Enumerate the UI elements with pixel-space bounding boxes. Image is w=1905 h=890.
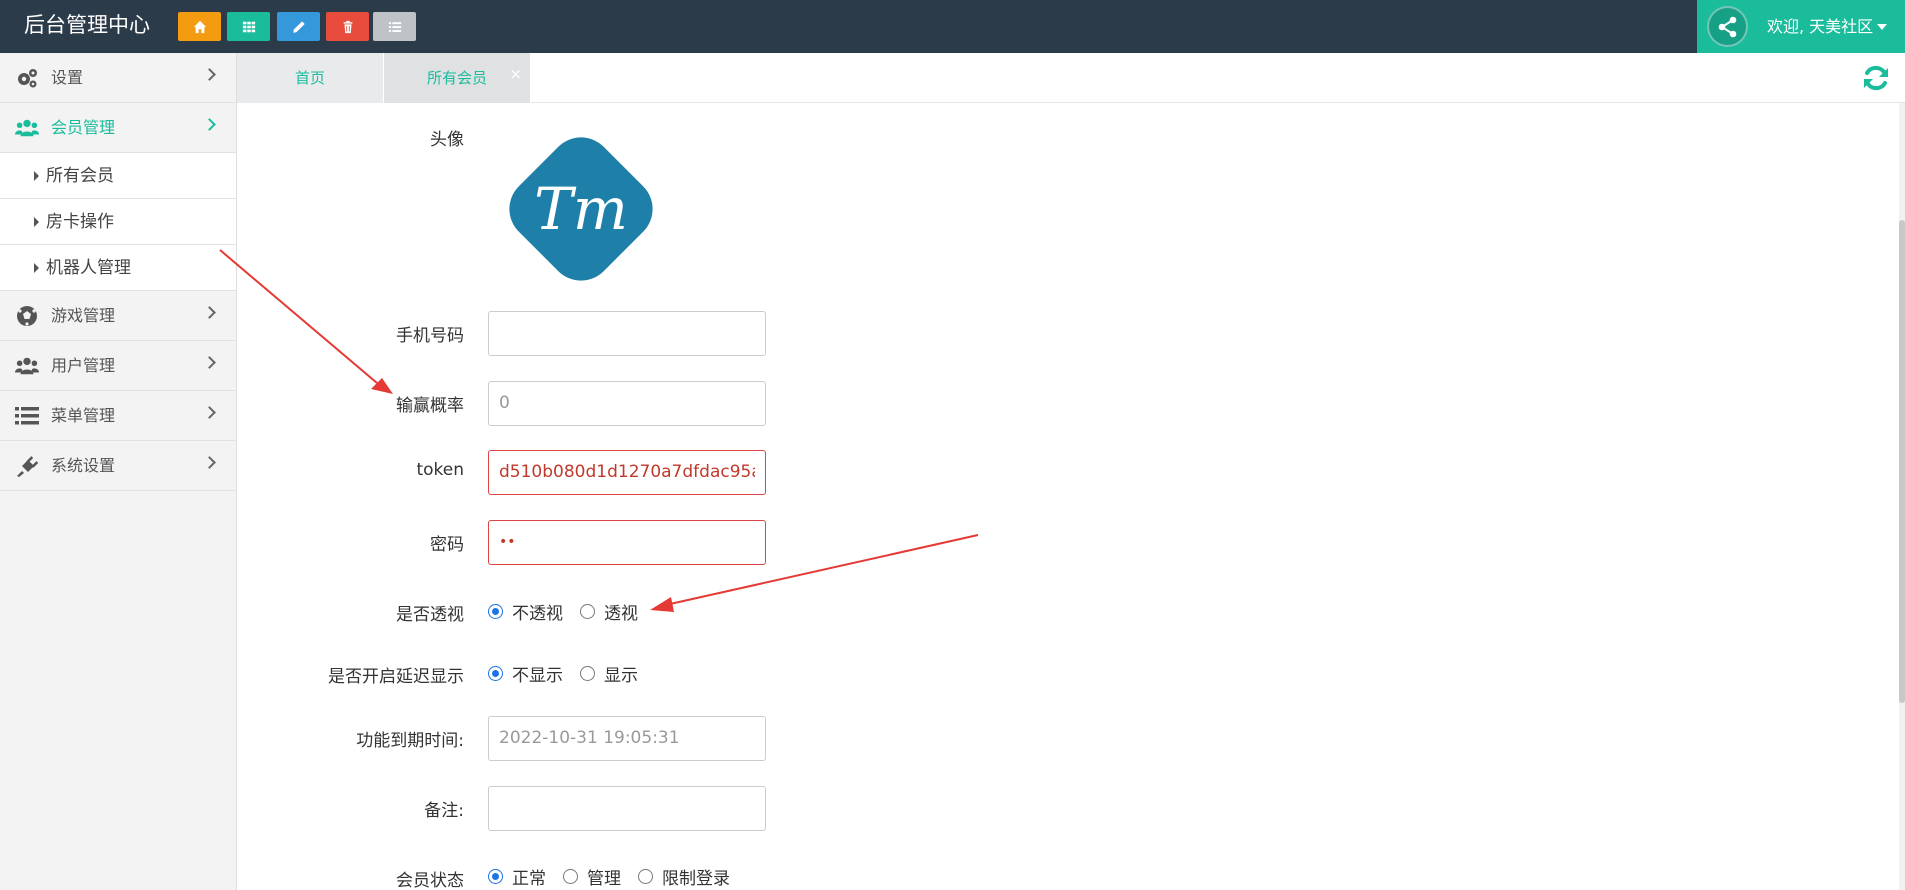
sidebar-item-label: 菜单管理: [51, 406, 116, 425]
sidebar-subitem-label: 机器人管理: [46, 258, 131, 278]
password-field[interactable]: ••: [488, 520, 766, 565]
delay-label: 是否开启延迟显示: [328, 667, 464, 687]
radio-seethrough[interactable]: 透视: [580, 599, 638, 624]
sidebar-item-menus[interactable]: 菜单管理: [0, 391, 236, 441]
expire-label: 功能到期时间:: [356, 731, 464, 751]
radio-no-display[interactable]: 不显示: [488, 661, 563, 686]
close-icon[interactable]: ×: [509, 67, 522, 82]
plug-icon: [15, 455, 39, 477]
chevron-right-icon: [203, 456, 216, 469]
sidebar-item-games[interactable]: 游戏管理: [0, 291, 236, 341]
sidebar-subitem-robots[interactable]: 机器人管理: [0, 245, 236, 291]
status-radio-group: 正常 管理 限制登录: [488, 861, 747, 890]
chevron-right-icon: [203, 406, 216, 419]
form-labels: 头像 手机号码 输赢概率 token 密码 是否透视 是否开启延迟显示 功能到期…: [237, 103, 464, 890]
radio-button[interactable]: [580, 603, 595, 619]
pencil-icon: [292, 20, 305, 33]
radio-button[interactable]: [563, 868, 578, 884]
expire-field[interactable]: 2022-10-31 19:05:31: [488, 716, 766, 761]
delay-radio-group: 不显示 显示: [488, 658, 655, 688]
share-network-icon: [1718, 16, 1736, 37]
token-label: token: [416, 460, 464, 480]
top-bar: 后台管理中心 欢迎, 天美社区: [0, 0, 1905, 53]
app-title: 后台管理中心: [24, 13, 150, 37]
note-label: 备注:: [424, 801, 464, 821]
radio-button[interactable]: [488, 603, 503, 619]
caret-right-icon: [34, 263, 39, 273]
home-icon: [193, 20, 206, 33]
user-menu[interactable]: 欢迎, 天美社区: [1697, 0, 1905, 53]
scrollbar-thumb[interactable]: [1899, 220, 1905, 703]
radio-display[interactable]: 显示: [580, 661, 638, 686]
chevron-right-icon: [203, 118, 216, 131]
sidebar-item-members[interactable]: 会员管理: [0, 103, 236, 153]
sidebar-subitem-room-cards[interactable]: 房卡操作: [0, 199, 236, 245]
home-button[interactable]: [178, 12, 221, 41]
tab-all-members[interactable]: 所有会员 ×: [384, 53, 531, 103]
caret-right-icon: [34, 171, 39, 181]
welcome-text: 欢迎, 天美社区: [1767, 17, 1874, 36]
sidebar-subitem-all-members[interactable]: 所有会员: [0, 153, 236, 199]
chevron-right-icon: [203, 306, 216, 319]
avatar: [1707, 6, 1748, 47]
note-field[interactable]: [488, 786, 766, 831]
sidebar-item-label: 游戏管理: [51, 306, 116, 325]
radio-button[interactable]: [488, 665, 503, 681]
status-label: 会员状态: [396, 871, 464, 890]
edit-button[interactable]: [277, 12, 320, 41]
tab-label: 首页: [294, 69, 325, 87]
phone-label: 手机号码: [396, 326, 464, 346]
soccer-ball-icon: [15, 305, 39, 327]
radio-status-normal[interactable]: 正常: [488, 864, 546, 889]
trash-icon: [343, 20, 352, 33]
avatar-image[interactable]: Tm: [497, 125, 665, 293]
users-icon: [15, 117, 39, 139]
win-rate-label: 输赢概率: [396, 396, 464, 416]
sidebar-item-system-settings[interactable]: 系统设置: [0, 441, 236, 491]
avatar-label: 头像: [430, 130, 464, 150]
sidebar-item-users[interactable]: 用户管理: [0, 341, 236, 391]
token-field[interactable]: d510b080d1d1270a7dfdac95a: [488, 450, 766, 495]
sidebar-item-label: 会员管理: [51, 118, 116, 137]
list-icon: [388, 21, 401, 32]
sidebar: 设置 会员管理 所有会员 房卡操作 机器人管理 游戏管理 用户管理 菜单管理 系…: [0, 53, 237, 890]
member-edit-form: 头像 手机号码 输赢概率 token 密码 是否透视 是否开启延迟显示 功能到期…: [237, 103, 1905, 890]
avatar-text: Tm: [534, 175, 628, 243]
tab-bar: 首页 所有会员 ×: [237, 53, 1905, 103]
refresh-icon[interactable]: [1861, 63, 1891, 93]
radio-button[interactable]: [638, 868, 653, 884]
scrollbar-track[interactable]: [1899, 103, 1905, 890]
radio-status-restricted[interactable]: 限制登录: [638, 864, 730, 889]
seethrough-label: 是否透视: [396, 605, 464, 625]
delete-button[interactable]: [326, 12, 369, 41]
password-label: 密码: [430, 535, 464, 555]
chevron-right-icon: [203, 356, 216, 369]
radio-status-admin[interactable]: 管理: [563, 864, 621, 889]
gears-icon: [15, 67, 39, 89]
tab-label: 所有会员: [426, 69, 487, 87]
caret-right-icon: [34, 217, 39, 227]
win-rate-field[interactable]: 0: [488, 381, 766, 426]
grid-button[interactable]: [227, 12, 270, 41]
sidebar-item-label: 系统设置: [51, 456, 116, 475]
phone-field[interactable]: [488, 311, 766, 356]
list-icon: [15, 405, 39, 427]
radio-button[interactable]: [580, 665, 595, 681]
sidebar-item-settings[interactable]: 设置: [0, 53, 236, 103]
caret-down-icon: [1877, 24, 1887, 30]
radio-button[interactable]: [488, 868, 503, 884]
sidebar-item-label: 设置: [51, 68, 84, 87]
group-icon: [15, 355, 39, 377]
list-button[interactable]: [373, 12, 416, 41]
sidebar-item-label: 用户管理: [51, 356, 116, 375]
seethrough-radio-group: 不透视 透视: [488, 596, 655, 626]
tab-home[interactable]: 首页: [237, 53, 384, 103]
sidebar-subitem-label: 房卡操作: [46, 212, 114, 232]
chevron-right-icon: [203, 68, 216, 81]
grid-icon: [242, 21, 255, 32]
radio-no-seethrough[interactable]: 不透视: [488, 599, 563, 624]
sidebar-subitem-label: 所有会员: [46, 166, 114, 186]
